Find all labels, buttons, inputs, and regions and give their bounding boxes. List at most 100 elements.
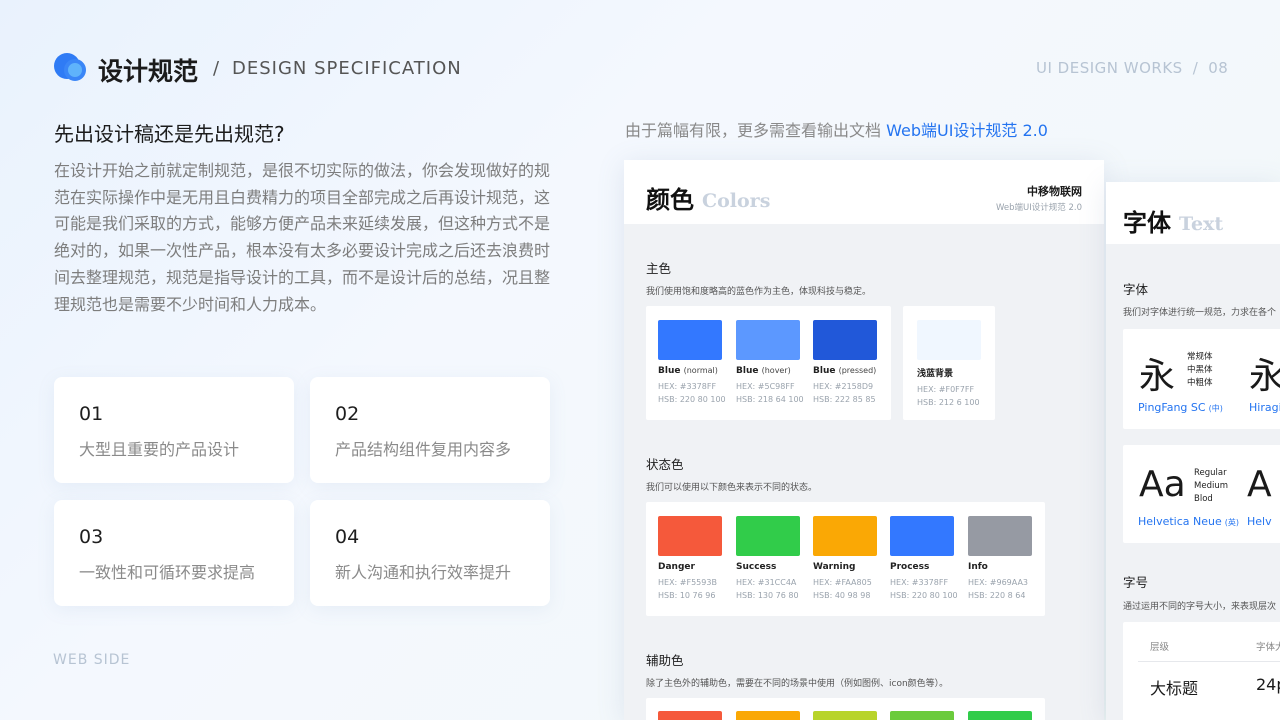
aux-swatch-chip [658,711,722,720]
swatch-name: Process [890,562,930,572]
swatch-blue-normal: Blue (normal) HEX: #3378FF HSB: 220 80 1… [658,320,726,404]
typography-spec-panel: 字体 Text 字体 我们对字体进行统一规范，力求在各个 永 常规体 中黑体 中… [1106,182,1280,720]
aux-swatch-chip [890,711,954,720]
doc-title-text: 颜色 [646,186,694,214]
swatch-name: Info [968,562,988,572]
en-font-name: Helvetica Neue (英) [1138,515,1239,528]
en-weights: Regular Medium Blod [1194,467,1228,506]
table-cell-size: 24p [1256,675,1280,694]
size-section-title: 字号 [1123,575,1149,590]
table-header-size: 字体大 [1256,642,1280,653]
swatch-hsb: HSB: 220 80 100 [890,591,958,600]
cn-font-name-2: Hiragin [1249,401,1280,414]
primary-color-title: 主色 [646,261,672,276]
logo-icon [54,53,88,83]
swatch-hex: HEX: #31CC4A [736,578,797,587]
swatch-chip [813,516,877,556]
font-name-text: Helvetica Neue [1138,515,1222,528]
doc-note: 由于篇幅有限，更多需查看输出文档 Web端UI设计规范 2.0 [625,117,1048,141]
works-label-text: UI DESIGN WORKS [1036,59,1183,77]
swatch-hsb: HSB: 40 98 98 [813,591,871,600]
swatch-name: Danger [658,562,695,572]
works-separator: / [1192,59,1199,77]
swatch-chip [890,516,954,556]
table-cell-level: 大标题 [1150,679,1199,698]
cn-glyph-sample: 永 [1139,356,1176,397]
swatch-hex: HEX: #3378FF [658,382,717,391]
page-subtitle: DESIGN SPECIFICATION [232,58,462,79]
cn-weight: 中黑体 [1187,365,1213,375]
page-title: 设计规范 [98,57,199,86]
swatch-name: Blue [658,366,681,376]
doc-title: 字体 [1123,203,1173,238]
swatch-chip [736,516,800,556]
reason-card-4: 04 新人沟通和执行效率提升 [310,500,550,606]
en-glyph-sample-2: A [1247,464,1272,505]
reason-card-2: 02 产品结构组件复用内容多 [310,377,550,483]
status-color-title: 状态色 [646,457,684,472]
cn-weight: 中粗体 [1187,378,1213,388]
swatch-process: Process HEX: #3378FF HSB: 220 80 100 [890,516,958,600]
swatch-blue-pressed: Blue (pressed) HEX: #2158D9 HSB: 222 85 … [813,320,877,404]
swatch-hsb: HSB: 10 76 96 [658,591,716,600]
doc-brand: 中移物联网 [1027,185,1082,198]
works-label: UI DESIGN WORKS / 08 [1036,59,1228,77]
swatch-danger: Danger HEX: #F5593B HSB: 10 76 96 [658,516,722,600]
font-section-title: 字体 [1123,282,1149,297]
swatch-hsb: HSB: 220 8 64 [968,591,1026,600]
en-weight: Blod [1194,494,1213,504]
intro-paragraph: 在设计开始之前就定制规范，是很不切实际的做法，你会发现做好的规范在实际操作中是无… [54,161,551,314]
question-heading: 先出设计稿还是先出规范? [54,122,285,146]
card-number: 01 [79,403,104,425]
swatch-chip [813,320,877,360]
swatch-hex: HEX: #F5593B [658,578,717,587]
background-swatch-group: 浅蓝背景 HEX: #F0F7FF HSB: 212 6 100 [903,306,995,420]
footer-label: WEB SIDE [53,652,131,668]
reason-card-3: 03 一致性和可循环要求提高 [54,500,294,606]
cn-weights: 常规体 中黑体 中粗体 [1187,351,1213,390]
size-section-desc: 通过运用不同的字号大小，来表现层次 [1123,602,1277,612]
swatch-chip [736,320,800,360]
en-glyph-sample: Aa [1139,464,1186,505]
doc-version: Web端UI设计规范 2.0 [996,203,1082,213]
swatch-hsb: HSB: 130 76 80 [736,591,799,600]
status-swatch-group: Danger HEX: #F5593B HSB: 10 76 96 Succes… [646,502,1045,616]
spec-doc-link[interactable]: Web端UI设计规范 2.0 [886,121,1048,140]
aux-swatch-chip [968,711,1032,720]
en-weight: Regular [1194,468,1227,478]
aux-swatch-chip [736,711,800,720]
table-divider [1138,661,1280,662]
swatch-success: Success HEX: #31CC4A HSB: 130 76 80 [736,516,800,600]
swatch-info: Info HEX: #969AA3 HSB: 220 8 64 [968,516,1032,600]
card-text: 产品结构组件复用内容多 [335,440,512,459]
swatch-chip [658,320,722,360]
swatch-blue-hover: Blue (hover) HEX: #5C98FF HSB: 218 64 10… [736,320,804,404]
swatch-hex: HEX: #3378FF [890,578,949,587]
font-section-desc: 我们对字体进行统一规范，力求在各个 [1123,308,1277,318]
swatch-light-blue-bg: 浅蓝背景 HEX: #F0F7FF HSB: 212 6 100 [917,320,981,407]
swatch-name: Warning [813,562,856,572]
swatch-name: Success [736,562,777,572]
swatch-name: Blue [813,366,836,376]
card-number: 02 [335,403,360,425]
page-number: 08 [1208,59,1229,77]
font-lang-tag: (英) [1224,518,1240,527]
aux-swatch-chip [813,711,877,720]
reason-card-1: 01 大型且重要的产品设计 [54,377,294,483]
auxiliary-color-desc: 除了主色外的辅助色，需要在不同的场景中使用（例如图例、icon颜色等）。 [646,679,949,689]
doc-title-en: Text [1179,213,1224,235]
swatch-hex: HEX: #2158D9 [813,382,874,391]
doc-title-en: Colors [702,190,771,212]
font-name-text: PingFang SC [1138,401,1206,414]
font-size-table: 层级 字体大 大标题 24p [1123,622,1280,720]
swatch-chip [658,516,722,556]
swatch-hsb: HSB: 220 80 100 [658,395,726,404]
swatch-hex: HEX: #FAA805 [813,578,872,587]
chinese-font-card: 永 常规体 中黑体 中粗体 永 PingFang SC(中) Hiragin [1123,329,1280,429]
swatch-hsb: HSB: 218 64 100 [736,395,804,404]
card-number: 04 [335,526,360,548]
card-text: 一致性和可循环要求提高 [79,563,256,582]
doc-title-text: 字体 [1123,209,1171,237]
doc-title: 颜色 [646,180,696,215]
swatch-state: (pressed) [838,366,877,375]
